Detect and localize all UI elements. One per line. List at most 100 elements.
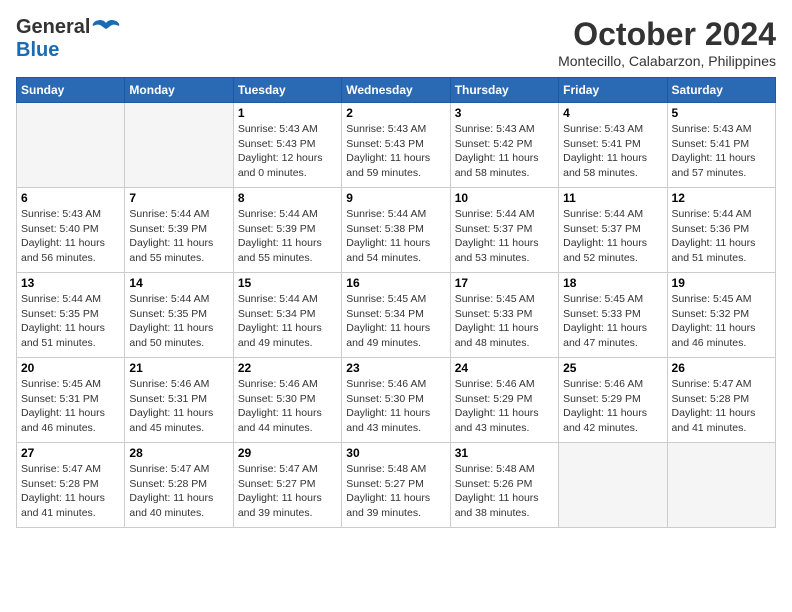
day-number: 22 [238,361,337,375]
week-row-5: 27 Sunrise: 5:47 AMSunset: 5:28 PMDayligh… [17,443,776,528]
calendar-cell [17,103,125,188]
calendar-cell: 10Sunrise: 5:44 AMSunset: 5:37 PMDayligh… [450,188,558,273]
day-number: 16 [346,276,445,290]
calendar-cell: 30 Sunrise: 5:48 AMSunset: 5:27 PMDayligh… [342,443,450,528]
day-info: Sunrise: 5:44 AMSunset: 5:36 PMDaylight:… [672,207,771,266]
calendar-cell [667,443,775,528]
day-number: 31 [455,446,554,460]
header-monday: Monday [125,78,233,103]
day-info: Sunrise: 5:44 AMSunset: 5:38 PMDaylight:… [346,207,445,266]
calendar-cell: 27 Sunrise: 5:47 AMSunset: 5:28 PMDayligh… [17,443,125,528]
day-info: Sunrise: 5:45 AMSunset: 5:32 PMDaylight:… [672,292,771,351]
day-info: Sunrise: 5:43 AMSunset: 5:42 PMDaylight:… [455,122,554,181]
location: Montecillo, Calabarzon, Philippines [558,53,776,69]
calendar-cell: 9 Sunrise: 5:44 AMSunset: 5:38 PMDaylight… [342,188,450,273]
logo-general-text: General [16,16,90,39]
day-info: Sunrise: 5:48 AMSunset: 5:26 PMDaylight:… [455,462,554,521]
header-tuesday: Tuesday [233,78,341,103]
calendar-header-row: SundayMondayTuesdayWednesdayThursdayFrid… [17,78,776,103]
day-info: Sunrise: 5:47 AMSunset: 5:27 PMDaylight:… [238,462,337,521]
calendar-cell: 13 Sunrise: 5:44 AMSunset: 5:35 PMDayligh… [17,273,125,358]
day-number: 3 [455,106,554,120]
logo: General Blue [16,16,120,62]
day-number: 6 [21,191,120,205]
day-info: Sunrise: 5:44 AMSunset: 5:35 PMDaylight:… [129,292,228,351]
logo-bird-icon [92,19,120,37]
calendar-cell: 6 Sunrise: 5:43 AMSunset: 5:40 PMDaylight… [17,188,125,273]
day-info: Sunrise: 5:45 AMSunset: 5:34 PMDaylight:… [346,292,445,351]
day-info: Sunrise: 5:47 AMSunset: 5:28 PMDaylight:… [129,462,228,521]
day-number: 19 [672,276,771,290]
day-number: 18 [563,276,662,290]
calendar-cell: 18Sunrise: 5:45 AMSunset: 5:33 PMDayligh… [559,273,667,358]
day-info: Sunrise: 5:48 AMSunset: 5:27 PMDaylight:… [346,462,445,521]
day-info: Sunrise: 5:43 AMSunset: 5:40 PMDaylight:… [21,207,120,266]
week-row-2: 6 Sunrise: 5:43 AMSunset: 5:40 PMDaylight… [17,188,776,273]
header-thursday: Thursday [450,78,558,103]
day-info: Sunrise: 5:47 AMSunset: 5:28 PMDaylight:… [672,377,771,436]
calendar-cell: 16 Sunrise: 5:45 AMSunset: 5:34 PMDayligh… [342,273,450,358]
calendar-cell: 20Sunrise: 5:45 AMSunset: 5:31 PMDayligh… [17,358,125,443]
title-section: October 2024 Montecillo, Calabarzon, Phi… [558,16,776,69]
day-number: 12 [672,191,771,205]
day-number: 1 [238,106,337,120]
day-info: Sunrise: 5:44 AMSunset: 5:37 PMDaylight:… [455,207,554,266]
calendar-cell: 28 Sunrise: 5:47 AMSunset: 5:28 PMDayligh… [125,443,233,528]
calendar-cell: 1 Sunrise: 5:43 AMSunset: 5:43 PMDaylight… [233,103,341,188]
day-number: 17 [455,276,554,290]
day-info: Sunrise: 5:46 AMSunset: 5:30 PMDaylight:… [346,377,445,436]
calendar-cell [125,103,233,188]
month-title: October 2024 [558,16,776,53]
header-friday: Friday [559,78,667,103]
day-number: 27 [21,446,120,460]
day-info: Sunrise: 5:45 AMSunset: 5:31 PMDaylight:… [21,377,120,436]
day-info: Sunrise: 5:46 AMSunset: 5:30 PMDaylight:… [238,377,337,436]
header-wednesday: Wednesday [342,78,450,103]
calendar-cell: 21 Sunrise: 5:46 AMSunset: 5:31 PMDayligh… [125,358,233,443]
calendar-cell: 11Sunrise: 5:44 AMSunset: 5:37 PMDayligh… [559,188,667,273]
page-header: General Blue October 2024 Montecillo, Ca… [16,16,776,69]
day-number: 26 [672,361,771,375]
calendar-cell: 2 Sunrise: 5:43 AMSunset: 5:43 PMDaylight… [342,103,450,188]
day-number: 30 [346,446,445,460]
calendar-cell: 5Sunrise: 5:43 AMSunset: 5:41 PMDaylight… [667,103,775,188]
day-number: 8 [238,191,337,205]
day-number: 2 [346,106,445,120]
day-info: Sunrise: 5:43 AMSunset: 5:43 PMDaylight:… [346,122,445,181]
day-number: 13 [21,276,120,290]
day-number: 23 [346,361,445,375]
day-number: 29 [238,446,337,460]
calendar-cell: 23 Sunrise: 5:46 AMSunset: 5:30 PMDayligh… [342,358,450,443]
day-number: 14 [129,276,228,290]
day-info: Sunrise: 5:43 AMSunset: 5:41 PMDaylight:… [672,122,771,181]
week-row-1: 1 Sunrise: 5:43 AMSunset: 5:43 PMDaylight… [17,103,776,188]
day-number: 7 [129,191,228,205]
day-info: Sunrise: 5:46 AMSunset: 5:29 PMDaylight:… [563,377,662,436]
calendar-cell: 3 Sunrise: 5:43 AMSunset: 5:42 PMDaylight… [450,103,558,188]
day-info: Sunrise: 5:44 AMSunset: 5:34 PMDaylight:… [238,292,337,351]
calendar-cell: 17Sunrise: 5:45 AMSunset: 5:33 PMDayligh… [450,273,558,358]
day-info: Sunrise: 5:44 AMSunset: 5:37 PMDaylight:… [563,207,662,266]
calendar-cell: 12 Sunrise: 5:44 AMSunset: 5:36 PMDayligh… [667,188,775,273]
day-number: 28 [129,446,228,460]
day-number: 9 [346,191,445,205]
day-info: Sunrise: 5:43 AMSunset: 5:43 PMDaylight:… [238,122,337,181]
day-number: 21 [129,361,228,375]
day-info: Sunrise: 5:44 AMSunset: 5:39 PMDaylight:… [238,207,337,266]
calendar-cell: 14 Sunrise: 5:44 AMSunset: 5:35 PMDayligh… [125,273,233,358]
logo-blue-text: Blue [16,39,59,61]
calendar-cell: 26 Sunrise: 5:47 AMSunset: 5:28 PMDayligh… [667,358,775,443]
day-info: Sunrise: 5:47 AMSunset: 5:28 PMDaylight:… [21,462,120,521]
calendar-cell: 7Sunrise: 5:44 AMSunset: 5:39 PMDaylight… [125,188,233,273]
calendar-cell: 29 Sunrise: 5:47 AMSunset: 5:27 PMDayligh… [233,443,341,528]
day-info: Sunrise: 5:44 AMSunset: 5:35 PMDaylight:… [21,292,120,351]
calendar-table: SundayMondayTuesdayWednesdayThursdayFrid… [16,77,776,528]
calendar-cell: 31 Sunrise: 5:48 AMSunset: 5:26 PMDayligh… [450,443,558,528]
calendar-cell: 4Sunrise: 5:43 AMSunset: 5:41 PMDaylight… [559,103,667,188]
day-info: Sunrise: 5:46 AMSunset: 5:31 PMDaylight:… [129,377,228,436]
day-info: Sunrise: 5:43 AMSunset: 5:41 PMDaylight:… [563,122,662,181]
calendar-cell: 8 Sunrise: 5:44 AMSunset: 5:39 PMDaylight… [233,188,341,273]
day-number: 15 [238,276,337,290]
day-info: Sunrise: 5:46 AMSunset: 5:29 PMDaylight:… [455,377,554,436]
calendar-cell [559,443,667,528]
